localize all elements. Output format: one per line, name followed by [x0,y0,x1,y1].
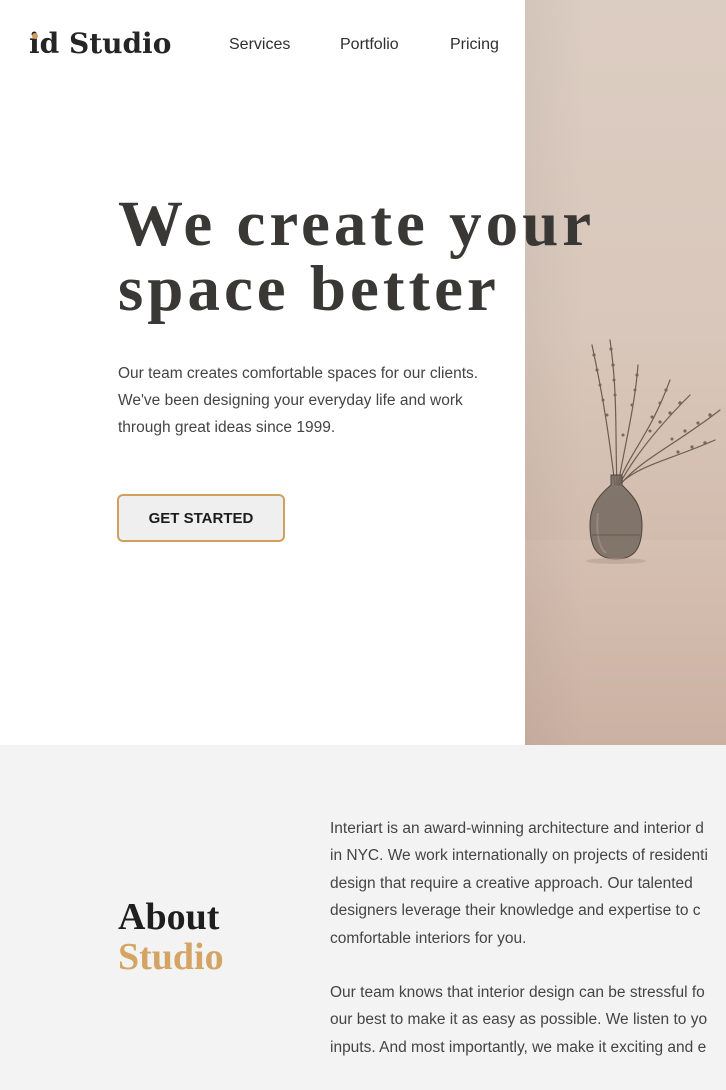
nav-link-services[interactable]: Services [229,36,290,54]
about-p1-line: Interiart is an award-winning architectu… [330,820,704,837]
hero-title-line-2: space better [118,253,500,325]
about-section: About Studio Interiart is an award-winni… [0,745,726,1090]
about-p1-line: in NYC. We work internationally on proje… [330,847,708,865]
hero-image-shade [525,0,585,745]
nav-link-portfolio[interactable]: Portfolio [340,36,399,54]
about-p2-line: Our team knows that interior design can … [330,984,705,1002]
hero-image [525,0,726,745]
about-p2-line: our best to make it as easy as possible.… [330,1011,708,1029]
about-text: Interiart is an award-winning architectu… [330,815,726,1088]
vase-illustration [586,339,721,564]
hero-section: id Studio Services Portfolio Pricing We … [0,0,726,745]
about-p1-line: comfortable interiors for you. [330,929,527,947]
nav-link-pricing[interactable]: Pricing [450,36,499,54]
get-started-button[interactable]: GET STARTED [117,494,285,542]
about-p1-line: design that require a creative approach.… [330,874,693,892]
about-p2-line: inputs. And most importantly, we make it… [330,1038,707,1056]
about-title-line-2: Studio [118,936,224,978]
about-p1-line: designers leverage their knowledge and e… [330,902,701,920]
about-paragraph-1: Interiart is an award-winning architectu… [330,815,726,952]
hero-title: We create your space better [118,192,595,322]
hero-title-line-1: We create your [118,188,596,260]
page: id Studio Services Portfolio Pricing We … [0,0,726,1090]
hero-description: Our team creates comfortable spaces for … [118,365,479,436]
about-paragraph-2: Our team knows that interior design can … [330,979,726,1061]
about-title-line-1: About [118,896,220,938]
about-title: About Studio [118,897,224,977]
main-nav: Services Portfolio Pricing [0,36,726,56]
